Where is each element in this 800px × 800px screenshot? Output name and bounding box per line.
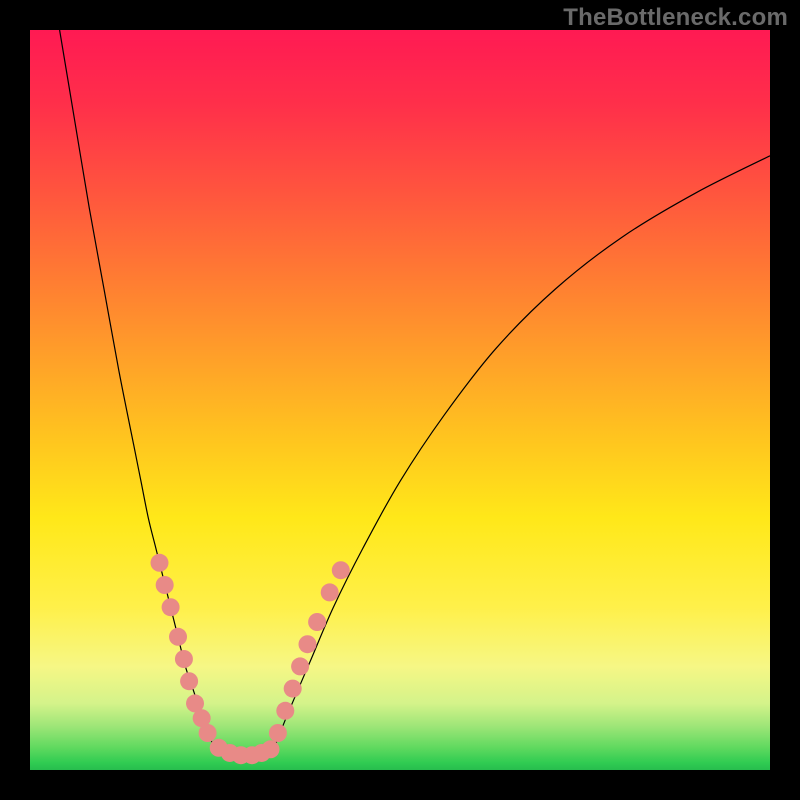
chart-svg	[30, 30, 770, 770]
curve-group	[60, 30, 770, 756]
plot-area	[30, 30, 770, 770]
data-point	[156, 576, 174, 594]
data-point	[151, 554, 169, 572]
data-point	[162, 598, 180, 616]
data-point	[321, 583, 339, 601]
data-point	[180, 672, 198, 690]
curve-left-curve	[60, 30, 215, 748]
data-point	[284, 680, 302, 698]
data-point	[299, 635, 317, 653]
data-point	[269, 724, 287, 742]
data-point	[308, 613, 326, 631]
data-point	[169, 628, 187, 646]
data-point	[262, 740, 280, 758]
data-point	[199, 724, 217, 742]
data-point	[175, 650, 193, 668]
watermark-text: TheBottleneck.com	[563, 4, 788, 32]
points-group	[151, 554, 350, 764]
data-point	[291, 657, 309, 675]
chart-frame: TheBottleneck.com	[0, 0, 800, 800]
data-point	[276, 702, 294, 720]
data-point	[332, 561, 350, 579]
curve-right-curve	[274, 156, 770, 748]
